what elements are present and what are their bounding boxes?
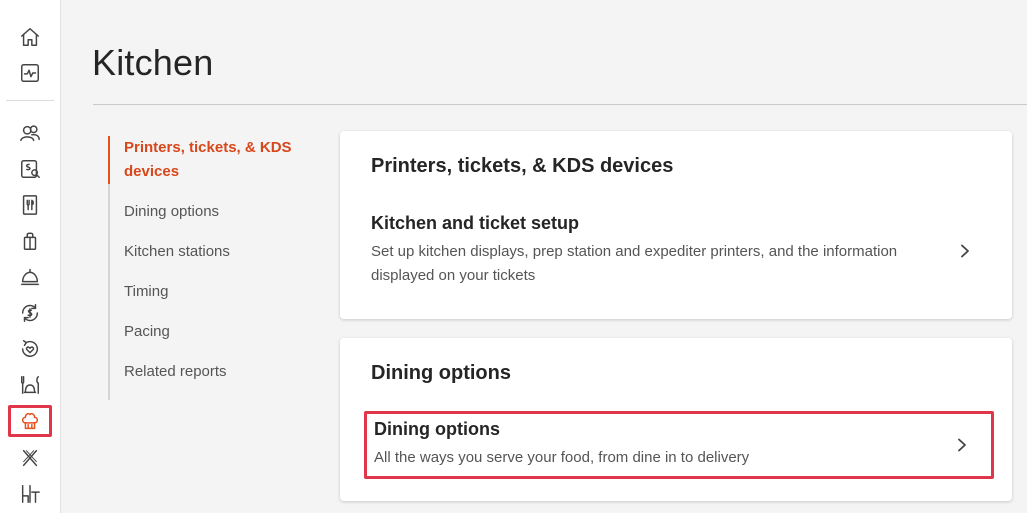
printers-card-heading: Printers, tickets, & KDS devices — [371, 155, 674, 177]
section-nav-kitchen-stations[interactable]: Kitchen stations — [110, 240, 308, 264]
main-content: Kitchen Printers, tickets, & KDS devices… — [61, 0, 1027, 513]
menu-icon[interactable] — [8, 189, 52, 221]
section-nav: Printers, tickets, & KDS devices Dining … — [108, 136, 308, 400]
kitchen-ticket-setup-row[interactable]: Kitchen and ticket setup Set up kitchen … — [364, 207, 994, 293]
row-description: All the ways you serve your food, from d… — [374, 449, 750, 466]
dining-options-card: Dining options Dining options All the wa… — [340, 338, 1012, 501]
dollar-refresh-icon[interactable] — [8, 297, 52, 329]
section-nav-printers[interactable]: Printers, tickets, & KDS devices — [108, 136, 308, 184]
section-nav-timing[interactable]: Timing — [110, 280, 308, 304]
chef-hat-icon[interactable] — [8, 405, 52, 437]
app-sidebar — [0, 0, 61, 513]
payroll-icon[interactable] — [8, 153, 52, 185]
page-title: Kitchen — [92, 42, 214, 83]
row-title: Kitchen and ticket setup — [371, 213, 580, 233]
shopping-bag-icon[interactable] — [8, 225, 52, 257]
dining-options-row[interactable]: Dining options All the ways you serve yo… — [364, 411, 994, 479]
title-divider — [93, 104, 1027, 105]
section-nav-related-reports[interactable]: Related reports — [110, 360, 308, 384]
activity-icon[interactable] — [8, 57, 52, 89]
tables-icon[interactable] — [8, 478, 52, 510]
loyalty-icon[interactable] — [8, 333, 52, 365]
guests-icon[interactable] — [8, 117, 52, 149]
row-title: Dining options — [374, 419, 500, 439]
section-nav-dining-options[interactable]: Dining options — [110, 200, 308, 224]
dining-options-card-heading: Dining options — [371, 362, 511, 384]
service-bell-icon[interactable] — [8, 261, 52, 293]
home-icon[interactable] — [8, 21, 52, 53]
chevron-right-icon — [955, 438, 969, 452]
section-nav-pacing[interactable]: Pacing — [110, 320, 308, 344]
chevron-right-icon — [958, 244, 972, 258]
dining-icon[interactable] — [8, 369, 52, 401]
row-description: Set up kitchen displays, prep station an… — [371, 243, 898, 284]
printers-card: Printers, tickets, & KDS devices Kitchen… — [340, 131, 1012, 319]
x-icon[interactable] — [8, 442, 52, 474]
sidebar-divider — [6, 100, 54, 101]
